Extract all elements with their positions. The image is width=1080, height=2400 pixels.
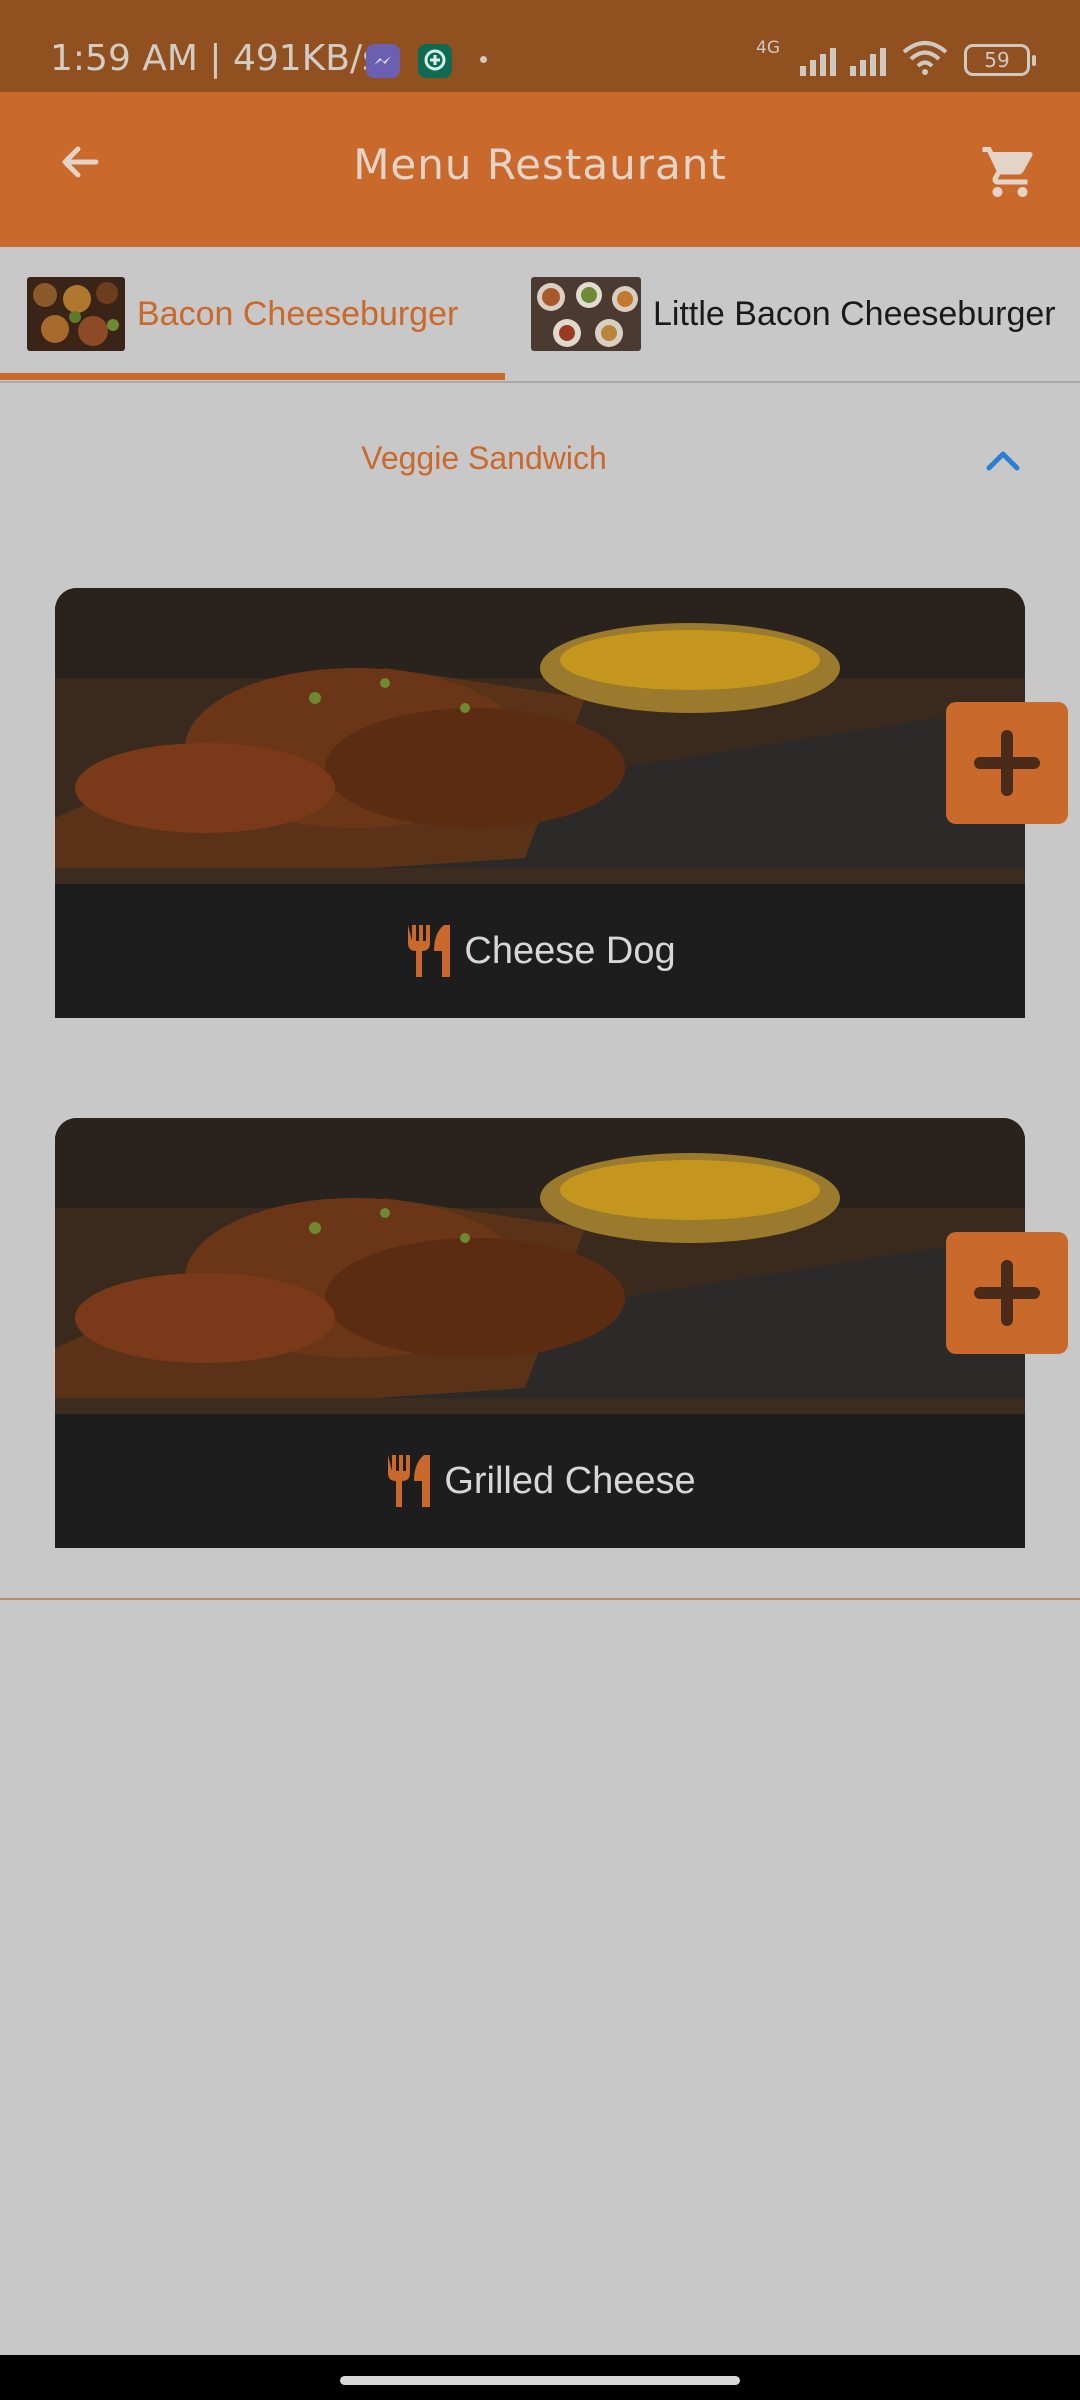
app-bar: Menu Restaurant [0,92,1080,247]
section-header-veggie-sandwich[interactable]: Veggie Sandwich [0,420,1080,500]
tab-bacon-cheeseburger[interactable]: Bacon Cheeseburger [27,247,458,381]
add-to-cart-button[interactable] [946,702,1068,824]
wifi-icon [900,40,950,81]
item-name: Grilled Cheese [444,1459,696,1502]
chevron-up-icon[interactable] [985,442,1021,478]
network-type-label: 4G [756,38,780,58]
messenger-icon [366,44,400,78]
plus-icon [974,1260,1040,1326]
cutlery-icon [408,925,451,977]
signal-icon [800,44,836,76]
cart-button[interactable] [970,132,1050,212]
status-time: 1:59 AM | 491KB/s [50,38,381,79]
signal-icon [850,44,886,76]
food-image [55,588,1025,884]
section-title: Veggie Sandwich [361,440,607,476]
notification-dot-icon [480,56,487,63]
tab-thumbnail [531,277,641,351]
shopping-cart-icon [982,147,1033,197]
tab-label: Little Bacon Cheeseburger [653,294,1056,333]
card-footer: Grilled Cheese [55,1414,1025,1548]
menu-item-card[interactable]: Grilled Cheese [55,1118,1025,1548]
section-divider [0,1598,1080,1600]
status-indicators: 4G 59 [756,38,1036,81]
chat-app-icon [418,44,452,78]
plus-icon [974,730,1040,796]
home-indicator[interactable] [340,2376,740,2385]
page-title: Menu Restaurant [353,140,727,189]
add-to-cart-button[interactable] [946,1232,1068,1354]
tab-label: Bacon Cheeseburger [137,294,459,333]
menu-item-card[interactable]: Cheese Dog [55,588,1025,1018]
tab-active-indicator [0,373,505,380]
category-tabs: Bacon Cheeseburger Little Bacon Cheesebu… [0,247,1080,383]
system-nav-bar [0,2355,1080,2400]
item-name: Cheese Dog [464,929,676,972]
food-image [55,1118,1025,1414]
tab-little-bacon-cheeseburger[interactable]: Little Bacon Cheeseburger [531,247,1056,381]
battery-level: 59 [984,48,1010,72]
cutlery-icon [388,1455,431,1507]
network-type: 4G [756,38,786,78]
battery-icon: 59 [964,44,1036,76]
tab-thumbnail [27,277,125,351]
status-bar: 1:59 AM | 491KB/s 4G 59 [0,0,1080,92]
card-footer: Cheese Dog [55,884,1025,1018]
